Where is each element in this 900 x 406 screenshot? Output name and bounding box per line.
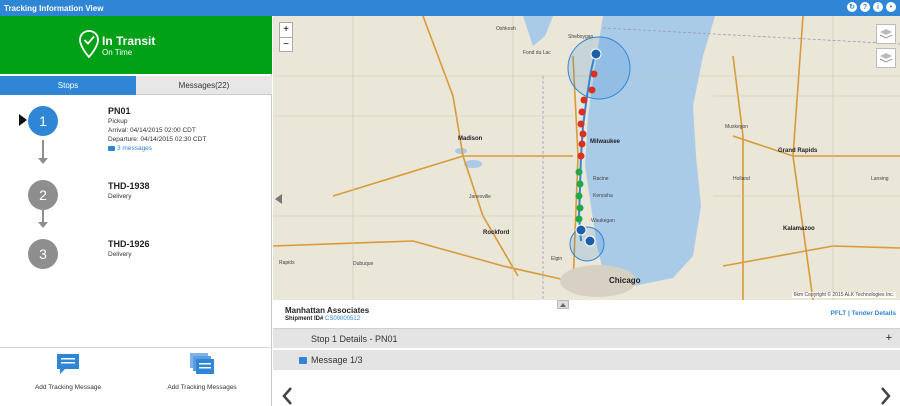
map-pan-left-icon[interactable] xyxy=(275,194,282,204)
status-title: In Transit xyxy=(102,34,156,48)
city-racine: Racine xyxy=(593,176,609,182)
stop-name: PN01 xyxy=(108,106,131,116)
window-controls: ↻ ? i • xyxy=(847,2,896,12)
city-holland: Holland xyxy=(733,176,750,182)
city-grand-rapids: Grand Rapids xyxy=(778,148,818,154)
message-body xyxy=(273,370,900,406)
stop-2-info[interactable]: THD-1938 Delivery xyxy=(108,182,150,201)
city-milwaukee: Milwaukee xyxy=(590,139,621,145)
stop-details-title: Stop 1 Details - PN01 xyxy=(311,333,398,344)
city-kenosha: Kenosha xyxy=(593,193,613,199)
city-kalamazoo: Kalamazoo xyxy=(783,226,815,232)
city-lansing: Lansing xyxy=(871,176,889,182)
city-dubuque: Dubuque xyxy=(353,261,374,267)
city-rapids: Rapids xyxy=(279,260,295,266)
message-title: Message 1/3 xyxy=(311,355,363,365)
stop-details-header[interactable]: Stop 1 Details - PN01 + xyxy=(273,328,900,348)
refresh-icon[interactable]: ↻ xyxy=(847,2,857,12)
message-header[interactable]: Message 1/3 xyxy=(273,350,900,370)
stop-connector xyxy=(42,140,44,160)
layers-icon xyxy=(879,53,893,63)
map-layers-button[interactable] xyxy=(876,24,896,44)
stops-list: 1 PN01 Pickup Arrival: 04/14/2015 02:00 … xyxy=(0,96,272,346)
map-canvas xyxy=(273,16,900,300)
add-tracking-message-button[interactable]: Add Tracking Message xyxy=(8,352,128,391)
arrow-down-icon xyxy=(38,222,48,228)
shipment-id-link[interactable]: CS00000512 xyxy=(325,316,360,322)
map-copyright-text: Copyright © 2015 ALK Technologies Inc. xyxy=(804,292,894,298)
map-zoom-controls: + − xyxy=(279,22,293,52)
map-view[interactable]: Fond du Lac Oshkosh Sheboygan Madison Mi… xyxy=(273,16,900,300)
collapse-map-toggle[interactable] xyxy=(557,300,569,309)
status-subtitle: On Time xyxy=(102,48,133,57)
shipment-summary: Manhattan Associates Shipment ID# CS0000… xyxy=(273,300,900,328)
layers-icon xyxy=(879,29,893,39)
tab-stops[interactable]: Stops xyxy=(0,76,136,95)
tender-details-link[interactable]: PFLT | Tender Details xyxy=(830,310,896,317)
stop-messages-count: 3 messages xyxy=(117,145,153,152)
location-check-icon xyxy=(79,30,99,58)
map-scale: 6km xyxy=(793,292,804,298)
stop-1-info[interactable]: PN01 Pickup Arrival: 04/14/2015 02:00 CD… xyxy=(108,107,206,153)
expand-icon[interactable]: + xyxy=(886,332,892,344)
message-icon xyxy=(299,356,307,364)
shipment-id-label: Shipment ID# xyxy=(285,316,324,322)
tab-messages[interactable]: Messages(22) xyxy=(136,76,272,95)
chevron-right-icon[interactable] xyxy=(880,386,892,406)
city-sheboygan: Sheboygan xyxy=(568,34,594,40)
stop-2-circle[interactable]: 2 xyxy=(28,180,58,210)
city-oshkosh: Oshkosh xyxy=(496,26,516,32)
add-tracking-messages-button[interactable]: Add Tracking Messages xyxy=(142,352,262,391)
add-tracking-message-label: Add Tracking Message xyxy=(34,384,102,391)
city-madison: Madison xyxy=(458,136,483,142)
map-copyright: 6km Copyright © 2015 ALK Technologies In… xyxy=(791,292,896,298)
city-rockford: Rockford xyxy=(483,230,510,236)
stop-1-circle[interactable]: 1 xyxy=(28,106,58,136)
current-stop-marker-icon xyxy=(19,114,27,126)
stop-departure: Departure: 04/14/2015 02:30 CDT xyxy=(108,136,207,143)
window-titlebar: Tracking Information View ↻ ? i • xyxy=(0,0,900,16)
stop-type: Delivery xyxy=(108,193,132,200)
pin-icon[interactable]: • xyxy=(886,2,896,12)
message-icon xyxy=(57,354,79,374)
city-elgin: Elgin xyxy=(551,256,563,262)
stop-name: THD-1926 xyxy=(108,239,150,249)
shipment-id-row: Shipment ID# CS00000512 xyxy=(285,316,360,322)
company-name: Manhattan Associates xyxy=(285,306,370,315)
city-fond-du-lac: Fond du Lac xyxy=(523,50,551,56)
help-icon[interactable]: ? xyxy=(860,2,870,12)
stop-messages-link[interactable]: 3 messages xyxy=(108,144,206,153)
map-overlays-button[interactable] xyxy=(876,48,896,68)
city-chicago: Chicago xyxy=(609,276,641,285)
city-janesville: Janesville xyxy=(469,194,491,200)
messages-stack-icon xyxy=(190,353,214,374)
city-muskegon: Muskegon xyxy=(725,124,749,130)
left-panel: In Transit On Time Stops Messages(22) 1 … xyxy=(0,16,272,406)
city-waukegan: Waukegan xyxy=(591,218,615,224)
stop-3-circle[interactable]: 3 xyxy=(28,239,58,269)
left-actions: Add Tracking Message Add Tracking Messag… xyxy=(0,347,272,406)
stop-name: THD-1938 xyxy=(108,181,150,191)
chevron-left-icon[interactable] xyxy=(281,386,293,406)
zoom-in-button[interactable]: + xyxy=(280,23,292,37)
stop-type: Delivery xyxy=(108,251,132,258)
window-title: Tracking Information View xyxy=(4,3,104,13)
status-banner: In Transit On Time xyxy=(0,16,272,74)
stop-arrival: Arrival: 04/14/2015 02:00 CDT xyxy=(108,127,196,134)
left-tabs: Stops Messages(22) xyxy=(0,76,272,95)
message-icon xyxy=(108,146,115,151)
stop-3-info[interactable]: THD-1926 Delivery xyxy=(108,240,150,259)
stop-type: Pickup xyxy=(108,118,128,125)
zoom-out-button[interactable]: − xyxy=(280,37,292,51)
info-icon[interactable]: i xyxy=(873,2,883,12)
add-tracking-messages-label: Add Tracking Messages xyxy=(167,384,237,391)
arrow-down-icon xyxy=(38,158,48,164)
